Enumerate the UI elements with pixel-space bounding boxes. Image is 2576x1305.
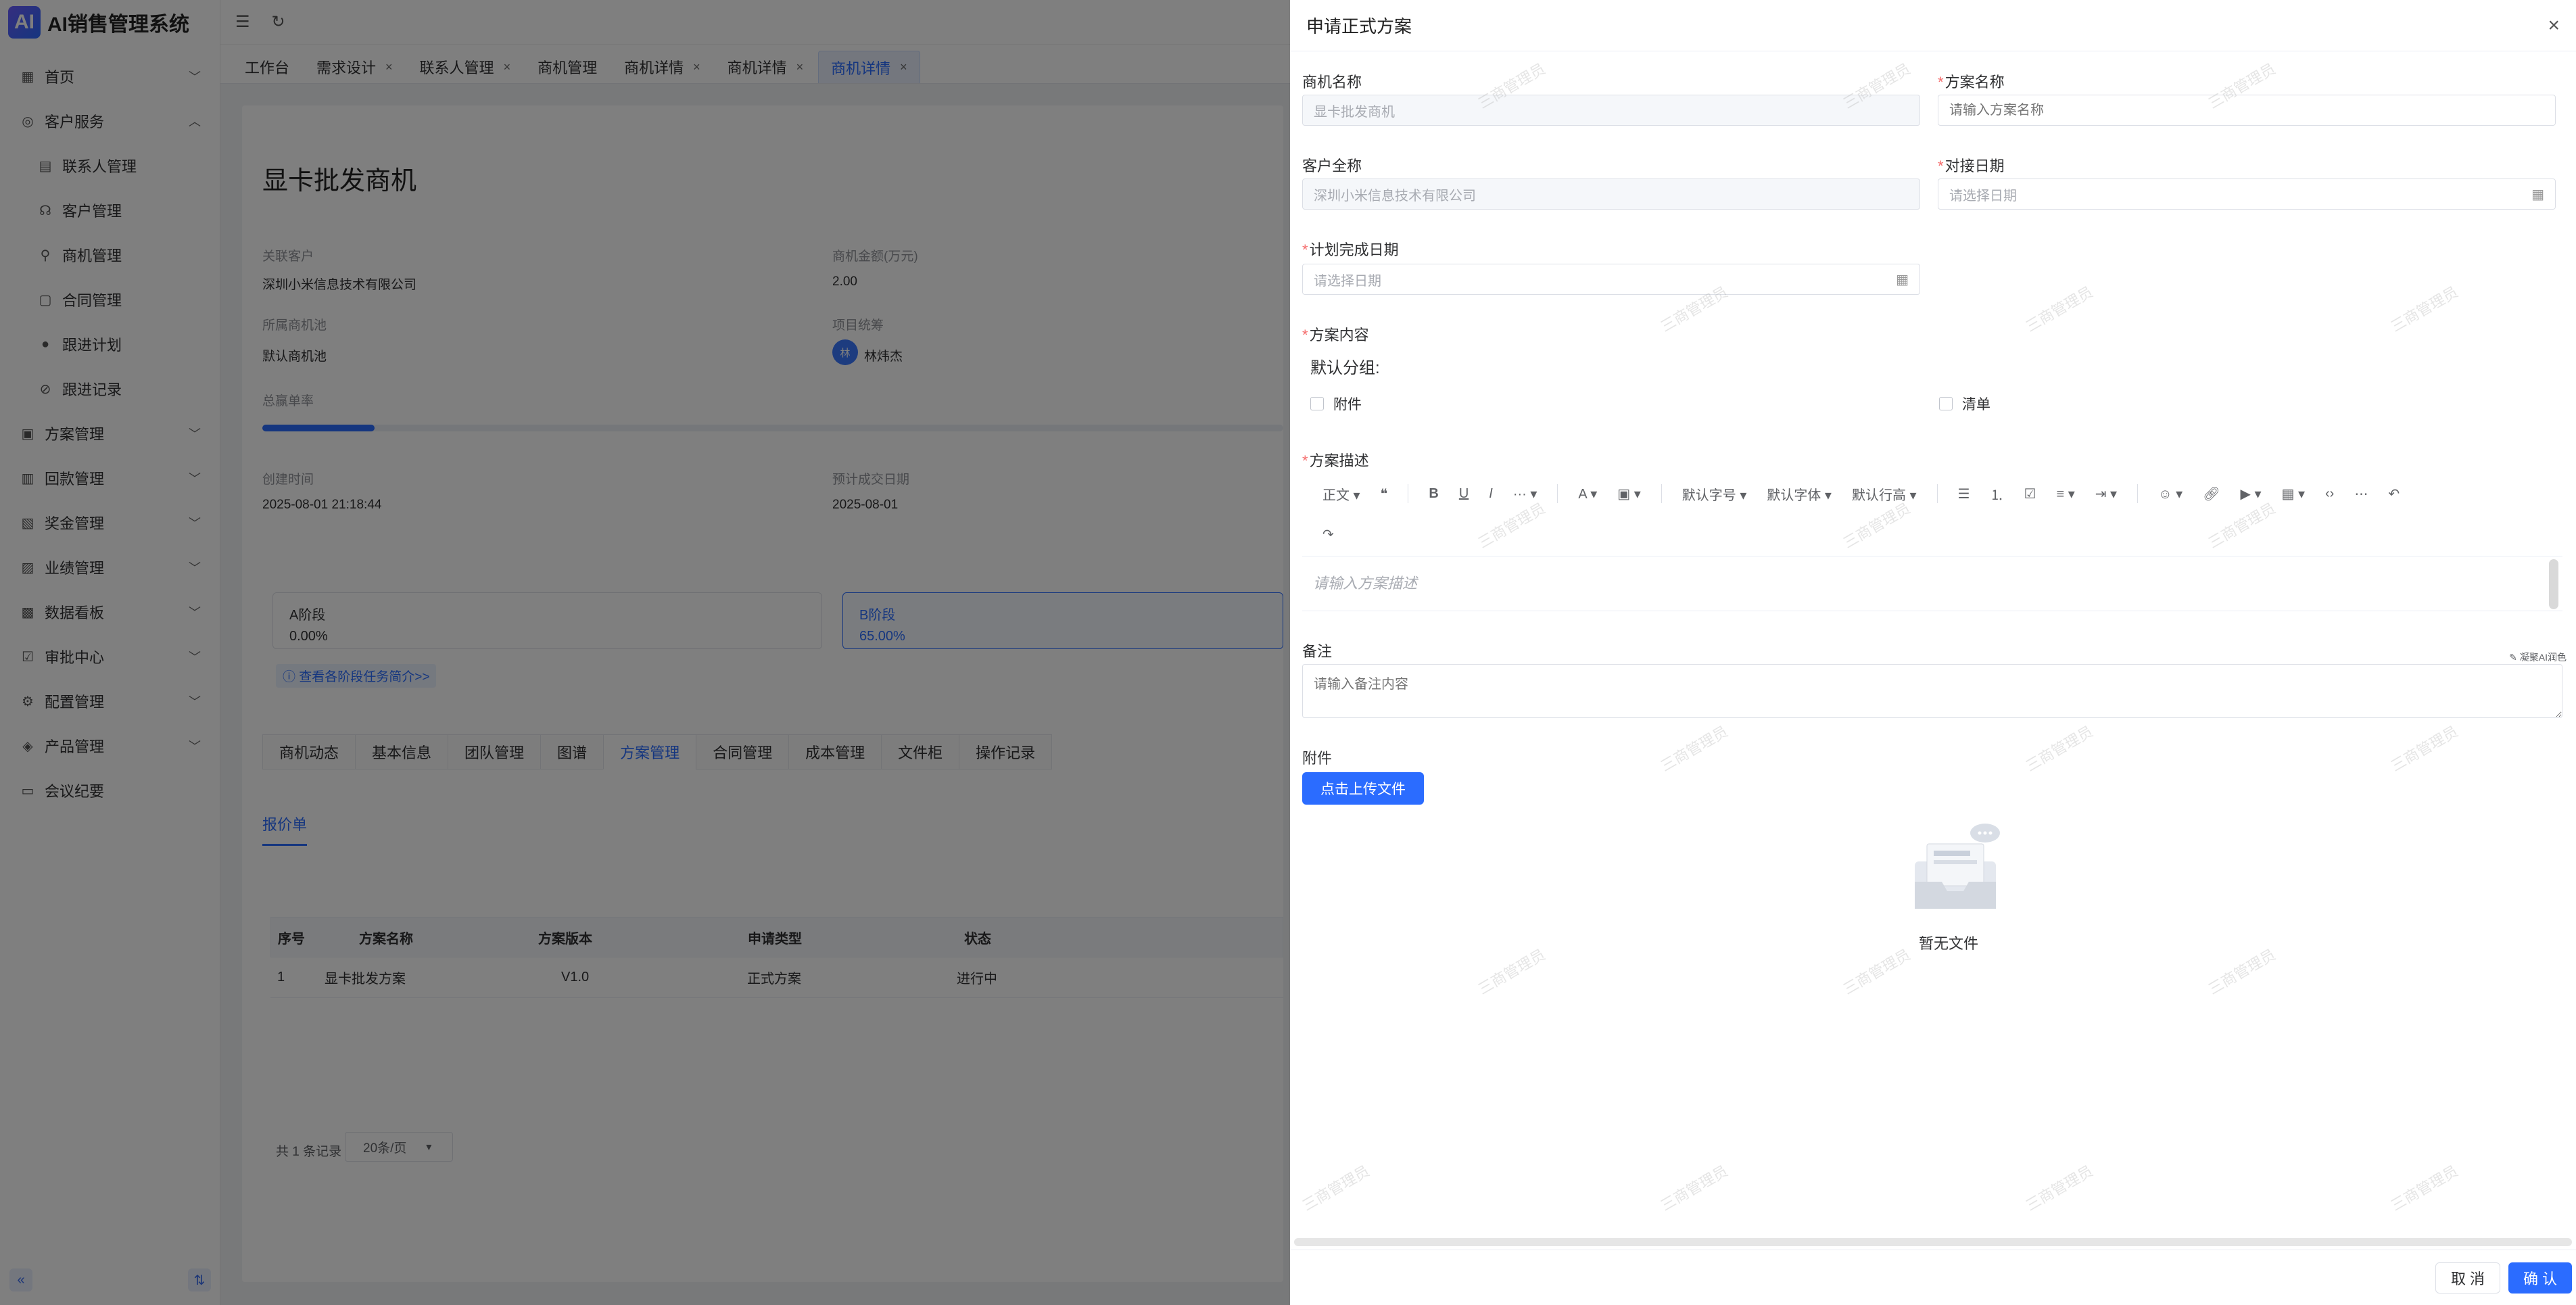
bold-icon[interactable]: B — [1429, 486, 1438, 502]
apply-plan-drawer: 申请正式方案 × 商机名称 显卡批发商机 *方案名称 客户全称 深圳小米信息技术… — [1290, 0, 2576, 1305]
attachment-checkbox[interactable]: 附件 — [1310, 394, 1362, 414]
undo-icon[interactable]: ↶ — [2388, 485, 2400, 502]
empty-inbox-icon — [1915, 824, 2000, 909]
divider-icon[interactable]: ⋯ — [2354, 485, 2368, 502]
video-icon[interactable]: ▶ ▾ — [2241, 485, 2262, 502]
cancel-button[interactable]: 取 消 — [2435, 1262, 2500, 1294]
close-icon[interactable]: × — [2548, 14, 2560, 37]
link-icon[interactable]: 🔗︎ — [2203, 485, 2220, 502]
table-icon[interactable]: ▦ ▾ — [2281, 485, 2305, 502]
toolbar-divider — [1936, 484, 1938, 503]
list-checkbox-label: 清单 — [1962, 397, 1990, 412]
font-size-select[interactable]: 默认字号 ▾ — [1682, 484, 1747, 504]
remark-label: 备注 — [1302, 643, 1333, 660]
font-family-select[interactable]: 默认字体 ▾ — [1767, 484, 1832, 504]
plan-done-date-label: *计划完成日期 — [1302, 241, 1399, 258]
drawer-header: 申请正式方案 × — [1290, 0, 2576, 51]
line-height-select[interactable]: 默认行高 ▾ — [1852, 484, 1917, 504]
modal-overlay[interactable] — [0, 0, 1290, 1305]
customer-value: 深圳小米信息技术有限公司 — [1314, 188, 1476, 204]
calendar-icon: ▦ — [1896, 272, 1909, 287]
checkbox-box — [1939, 397, 1953, 410]
align-icon[interactable]: ≡ ▾ — [2056, 485, 2074, 502]
font-family-select-text: 默认字体 — [1767, 488, 1821, 503]
upload-file-button[interactable]: 点击上传文件 — [1302, 772, 1424, 805]
indent-icon[interactable]: ⇥ ▾ — [2095, 485, 2117, 502]
attachment-checkbox-label: 附件 — [1333, 397, 1362, 412]
plan-done-date-placeholder: 请选择日期 — [1314, 273, 1381, 289]
opportunity-name-input: 显卡批发商机 — [1302, 95, 1920, 126]
list-checkbox[interactable]: 清单 — [1939, 394, 1990, 414]
more-icon[interactable]: ··· ▾ — [1513, 485, 1537, 502]
italic-icon[interactable]: I — [1489, 486, 1493, 502]
horizontal-scrollbar[interactable] — [1294, 1238, 2572, 1246]
paragraph-select-text: 正文 — [1322, 488, 1350, 503]
editor-scrollbar[interactable] — [2549, 559, 2558, 609]
plan-desc-editor[interactable]: 请输入方案描述 — [1302, 556, 2562, 611]
font-color-icon[interactable]: A ▾ — [1578, 485, 1597, 502]
plan-content-label: *方案内容 — [1302, 327, 1369, 343]
plan-done-date-label-text: 计划完成日期 — [1309, 241, 1399, 258]
toolbar-divider — [2137, 484, 2139, 503]
plan-desc-label-text: 方案描述 — [1309, 452, 1369, 469]
plan-name-label-text: 方案名称 — [1945, 74, 2005, 91]
paragraph-select[interactable]: 正文 ▾ — [1322, 484, 1360, 504]
toolbar-divider — [1557, 484, 1558, 503]
dock-date-picker[interactable]: 请选择日期 ▦ — [1938, 179, 2556, 210]
drawer-title: 申请正式方案 — [1306, 16, 1412, 37]
empty-text: 暂无文件 — [1919, 935, 1979, 952]
line-height-select-text: 默认行高 — [1851, 488, 1906, 503]
drawer-footer: 取 消 确 认 — [1290, 1238, 2576, 1305]
opportunity-name-label: 商机名称 — [1302, 74, 1362, 91]
emoji-icon[interactable]: ☺ ▾ — [2158, 485, 2183, 502]
customer-input: 深圳小米信息技术有限公司 — [1302, 179, 1920, 210]
underline-icon[interactable]: U — [1459, 486, 1469, 502]
ai-polish-button[interactable]: ✎ 凝聚AI润色 — [2509, 650, 2567, 664]
quote-icon[interactable]: ❝ — [1381, 485, 1388, 502]
background-color-icon[interactable]: ▣ ▾ — [1617, 485, 1641, 502]
attachment-label: 附件 — [1302, 750, 1333, 767]
todo-icon[interactable]: ☑ — [2024, 485, 2036, 502]
plan-desc-label: *方案描述 — [1302, 452, 1369, 469]
toolbar-divider — [1661, 484, 1662, 503]
calendar-icon: ▦ — [2531, 187, 2544, 202]
dock-date-label-text: 对接日期 — [1945, 158, 2005, 174]
font-size-select-text: 默认字号 — [1681, 488, 1736, 503]
numbered-list-icon[interactable]: ⒈ — [1990, 484, 2004, 504]
customer-label: 客户全称 — [1302, 158, 1362, 174]
opportunity-name-value: 显卡批发商机 — [1314, 104, 1395, 120]
checkbox-box — [1310, 397, 1324, 410]
plan-name-label: *方案名称 — [1938, 74, 2005, 91]
remark-textarea[interactable] — [1302, 664, 2562, 718]
plan-name-input[interactable] — [1938, 95, 2556, 126]
plan-content-label-text: 方案内容 — [1309, 327, 1369, 343]
dock-date-placeholder: 请选择日期 — [1949, 188, 2017, 204]
bullet-list-icon[interactable]: ☰ — [1958, 485, 1970, 502]
dock-date-label: *对接日期 — [1938, 158, 2005, 174]
default-group-title: 默认分组: — [1310, 359, 1380, 377]
confirm-button[interactable]: 确 认 — [2508, 1262, 2572, 1294]
redo-icon[interactable]: ↷ — [1322, 526, 1334, 543]
editor-toolbar: 正文 ▾ ❝ B U I ··· ▾ A ▾ ▣ ▾ 默认字号 ▾ 默认字体 ▾… — [1302, 473, 2553, 554]
plan-done-date-picker[interactable]: 请选择日期 ▦ — [1302, 264, 1920, 295]
plan-desc-placeholder: 请输入方案描述 — [1313, 575, 1418, 592]
code-icon[interactable]: ‹› — [2325, 486, 2334, 502]
